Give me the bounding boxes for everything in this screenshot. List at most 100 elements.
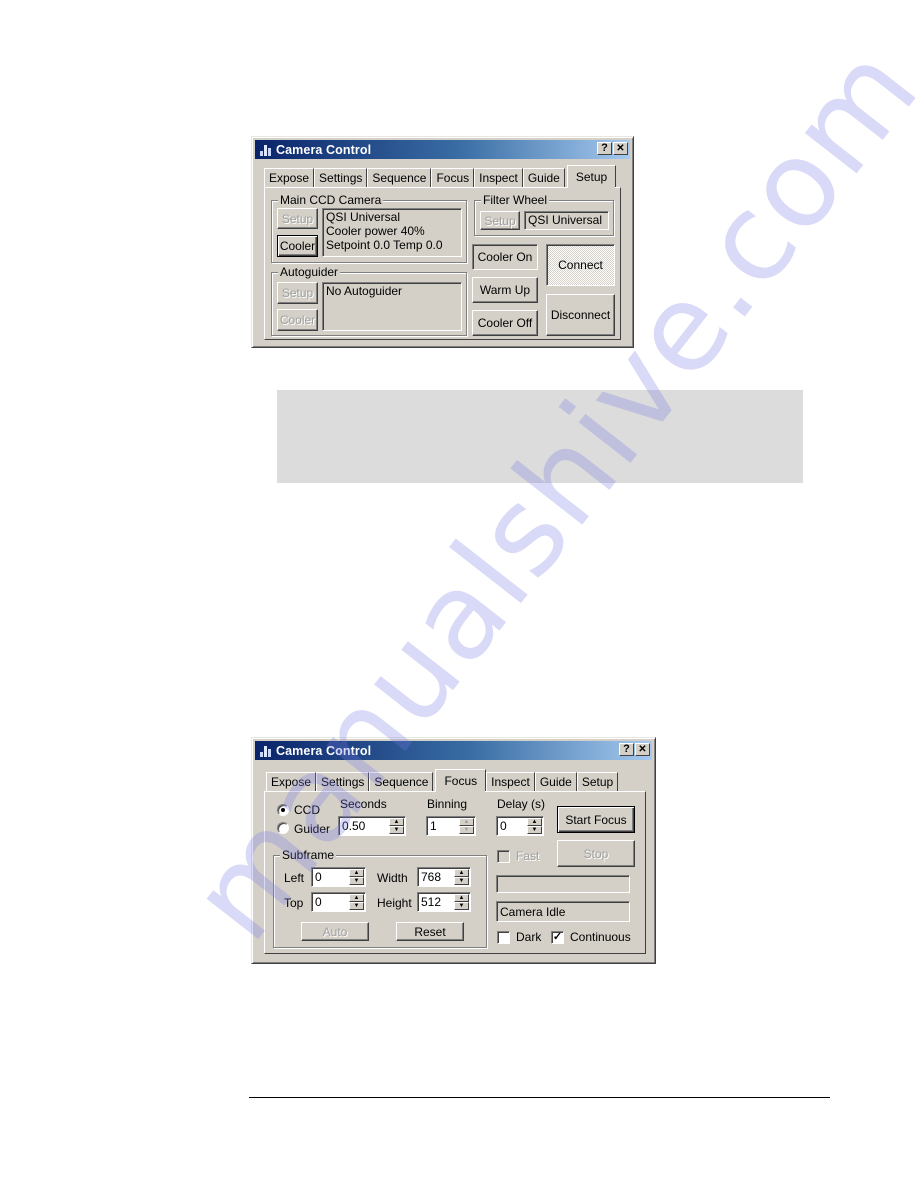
- tab-focus[interactable]: Focus: [431, 168, 475, 187]
- spin-up-icon[interactable]: ▲: [349, 894, 364, 902]
- width-value: 768: [421, 870, 442, 884]
- filter-setup-button[interactable]: Setup: [480, 211, 520, 230]
- spin-up-icon[interactable]: ▲: [459, 818, 474, 826]
- guider-setup-button[interactable]: Setup: [277, 282, 318, 304]
- top-value: 0: [315, 895, 322, 909]
- spin-up-icon[interactable]: ▲: [349, 869, 364, 877]
- height-label: Height: [377, 896, 412, 910]
- ccd-setup-button[interactable]: Setup: [277, 208, 318, 229]
- reset-button[interactable]: Reset: [396, 922, 464, 941]
- group-label: Main CCD Camera: [278, 193, 384, 207]
- ccd-status-line: QSI Universal: [326, 210, 401, 224]
- delay-spinner[interactable]: 0 ▲ ▼: [496, 816, 544, 836]
- start-focus-button[interactable]: Start Focus: [557, 806, 635, 833]
- camera-control-setup-dialog: Camera Control ? ✕ Expose Settings Seque…: [251, 136, 634, 348]
- binning-value: 1: [430, 819, 437, 833]
- filter-status-box: QSI Universal: [524, 211, 609, 230]
- dark-checkbox[interactable]: [497, 931, 510, 944]
- spin-down-icon[interactable]: ▼: [454, 877, 469, 885]
- group-label: Subframe: [280, 848, 337, 862]
- height-value: 512: [421, 895, 442, 909]
- left-value: 0: [315, 870, 322, 884]
- spin-up-icon[interactable]: ▲: [527, 818, 542, 826]
- fast-checkbox[interactable]: [497, 850, 510, 863]
- spin-down-icon[interactable]: ▼: [459, 826, 474, 834]
- delay-label: Delay (s): [497, 797, 546, 811]
- tab-guide[interactable]: Guide: [534, 772, 577, 791]
- ccd-radio[interactable]: [277, 804, 289, 816]
- window-title: Camera Control: [276, 743, 372, 758]
- ccd-status-box: QSI Universal Cooler power 40% Setpoint …: [322, 208, 462, 257]
- connect-button[interactable]: Connect: [546, 244, 615, 286]
- tab-expose[interactable]: Expose: [264, 168, 315, 187]
- auto-button[interactable]: Auto: [301, 922, 369, 941]
- checkmark-icon: ✓: [552, 931, 563, 943]
- progress-field: [496, 875, 630, 893]
- width-spinner[interactable]: 768 ▲ ▼: [417, 867, 471, 887]
- binning-label: Binning: [427, 797, 468, 811]
- title-bar: Camera Control ? ✕: [255, 741, 652, 760]
- left-spinner[interactable]: 0 ▲ ▼: [311, 867, 366, 887]
- ccd-status-line: Cooler power 40%: [326, 224, 425, 238]
- tab-settings[interactable]: Settings: [314, 168, 368, 187]
- tab-expose[interactable]: Expose: [266, 772, 317, 791]
- group-label: Filter Wheel: [481, 193, 550, 207]
- app-icon: [258, 143, 272, 157]
- spin-down-icon[interactable]: ▼: [349, 902, 364, 910]
- guider-radio[interactable]: [277, 822, 289, 834]
- tab-sequence[interactable]: Sequence: [369, 772, 434, 791]
- tab-inspect[interactable]: Inspect: [474, 168, 523, 187]
- group-label: Autoguider: [278, 265, 341, 279]
- spin-down-icon[interactable]: ▼: [527, 826, 542, 834]
- ccd-radio-label: CCD: [294, 803, 320, 817]
- help-button[interactable]: ?: [619, 743, 634, 756]
- spin-up-icon[interactable]: ▲: [454, 894, 469, 902]
- cooler-off-button[interactable]: Cooler Off: [472, 310, 538, 336]
- continuous-label: Continuous: [570, 930, 631, 944]
- close-button[interactable]: ✕: [613, 142, 628, 155]
- binning-spinner[interactable]: 1 ▲ ▼: [426, 816, 476, 836]
- warm-up-button[interactable]: Warm Up: [472, 277, 538, 303]
- cooler-on-button[interactable]: Cooler On: [472, 244, 538, 270]
- status-field: Camera Idle: [496, 901, 630, 922]
- tab-strip: Expose Settings Sequence Focus Inspect G…: [266, 769, 619, 793]
- app-icon: [258, 744, 272, 758]
- ccd-status-line: Setpoint 0.0 Temp 0.0: [326, 238, 443, 252]
- note-box: [277, 390, 803, 483]
- guider-radio-label: Guider: [294, 822, 331, 836]
- delay-value: 0: [500, 819, 507, 833]
- seconds-value: 0.50: [342, 819, 366, 833]
- left-label: Left: [284, 871, 305, 885]
- help-button[interactable]: ?: [597, 142, 612, 155]
- tab-inspect[interactable]: Inspect: [486, 772, 535, 791]
- tab-strip: Expose Settings Sequence Focus Inspect G…: [264, 165, 617, 189]
- footer-divider: [249, 1097, 830, 1098]
- disconnect-button[interactable]: Disconnect: [546, 294, 615, 336]
- spin-down-icon[interactable]: ▼: [389, 826, 404, 834]
- window-title: Camera Control: [276, 142, 372, 157]
- height-spinner[interactable]: 512 ▲ ▼: [417, 892, 471, 912]
- tab-setup[interactable]: Setup: [566, 165, 617, 189]
- tab-guide[interactable]: Guide: [522, 168, 565, 187]
- spin-up-icon[interactable]: ▲: [454, 869, 469, 877]
- tab-setup[interactable]: Setup: [576, 772, 619, 791]
- tab-sequence[interactable]: Sequence: [367, 168, 432, 187]
- spin-down-icon[interactable]: ▼: [349, 877, 364, 885]
- spin-down-icon[interactable]: ▼: [454, 902, 469, 910]
- close-button[interactable]: ✕: [635, 743, 650, 756]
- tab-settings[interactable]: Settings: [316, 772, 370, 791]
- fast-label: Fast: [516, 849, 540, 863]
- continuous-checkbox[interactable]: ✓: [551, 931, 564, 944]
- tab-focus[interactable]: Focus: [435, 769, 487, 793]
- guider-cooler-button[interactable]: Cooler: [277, 309, 318, 331]
- top-spinner[interactable]: 0 ▲ ▼: [311, 892, 366, 912]
- title-bar: Camera Control ? ✕: [255, 140, 630, 159]
- guider-status-box: No Autoguider: [322, 282, 462, 331]
- ccd-cooler-button[interactable]: Cooler: [277, 235, 318, 257]
- spin-up-icon[interactable]: ▲: [389, 818, 404, 826]
- seconds-spinner[interactable]: 0.50 ▲ ▼: [338, 816, 406, 836]
- dark-label: Dark: [516, 930, 542, 944]
- stop-button[interactable]: Stop: [557, 840, 635, 867]
- width-label: Width: [377, 871, 408, 885]
- top-label: Top: [284, 896, 304, 910]
